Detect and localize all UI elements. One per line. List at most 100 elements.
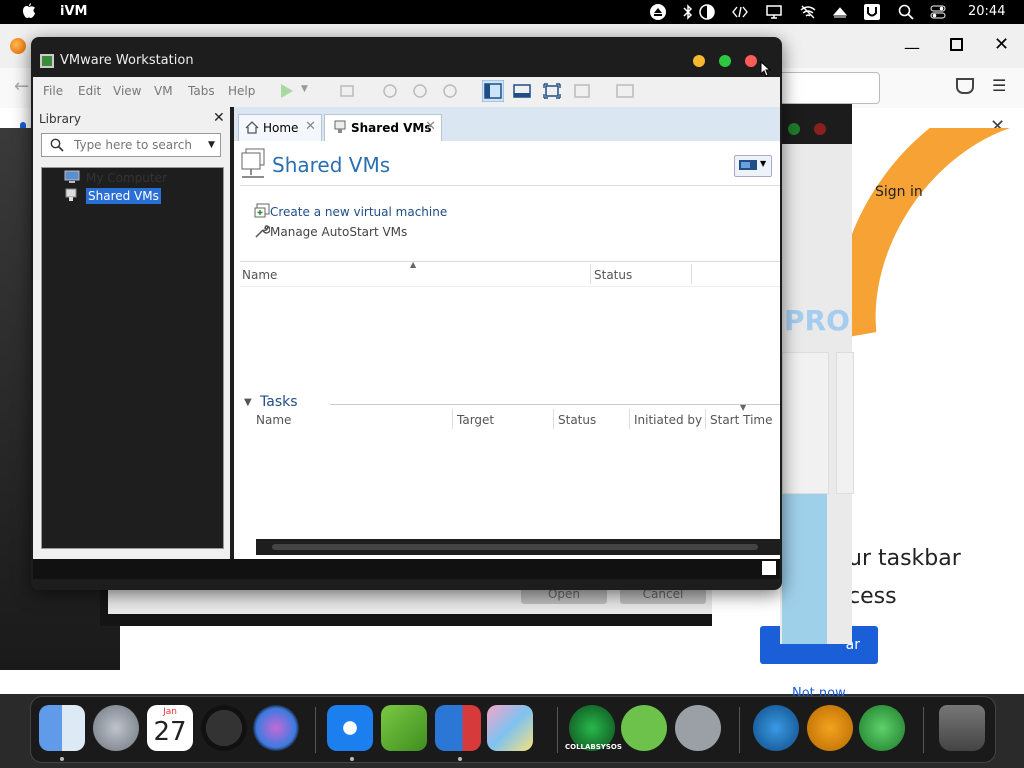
wifi-off-icon[interactable]: [800, 4, 816, 20]
trash-icon[interactable]: [939, 705, 985, 751]
minimize-button[interactable]: [693, 55, 705, 67]
search-icon[interactable]: [898, 4, 914, 20]
teal-panel: [782, 494, 827, 644]
tab-shared-vms-close-icon[interactable]: ✕: [425, 119, 436, 134]
finder-icon[interactable]: [39, 705, 85, 751]
background-window: PRO: [780, 104, 854, 644]
code-icon[interactable]: [732, 4, 748, 20]
play-dropdown-icon[interactable]: ▼: [301, 84, 319, 100]
play-icon[interactable]: [278, 83, 296, 99]
firefox-icon[interactable]: [10, 38, 26, 54]
view-mode-dropdown[interactable]: ▼: [734, 155, 772, 177]
tab-bar: Home ✕ Shared VMs ✕: [234, 107, 780, 141]
close-dot-icon[interactable]: [814, 123, 826, 135]
display-icon[interactable]: [766, 4, 782, 20]
network-people-icon[interactable]: [859, 705, 905, 751]
vmware-app-icon: [40, 54, 54, 68]
dock-separator: [557, 707, 558, 753]
tab-home-close-icon[interactable]: ✕: [305, 119, 316, 134]
url-bar[interactable]: [770, 72, 880, 104]
console-view-icon[interactable]: [616, 83, 634, 99]
active-app-name[interactable]: iVM: [60, 4, 87, 19]
close-button[interactable]: [745, 55, 757, 67]
calendar-month: Jan: [163, 707, 177, 717]
window-titlebar[interactable]: VMware Workstation: [31, 37, 782, 77]
utorrent-icon[interactable]: [381, 705, 427, 751]
bluetooth-icon[interactable]: [680, 4, 696, 20]
system-menubar: iVM 20:44: [0, 0, 1024, 24]
tab-shared-vms[interactable]: Shared VMs ✕: [324, 114, 442, 141]
horizontal-scrollbar[interactable]: [256, 539, 780, 555]
hamburger-menu-icon[interactable]: ☰: [992, 76, 1006, 95]
close-icon[interactable]: ✕: [994, 34, 1009, 55]
snapshot-icon[interactable]: [381, 83, 399, 99]
scrollbar-thumb[interactable]: [272, 544, 758, 550]
thumbnail-bar-icon[interactable]: [513, 83, 531, 99]
maximize-dot-icon[interactable]: [788, 123, 800, 135]
tree-item-shared-vms[interactable]: Shared VMs: [86, 188, 161, 204]
sign-in-link[interactable]: Sign in: [875, 184, 923, 200]
apple-icon[interactable]: [22, 3, 36, 19]
full-screen-icon[interactable]: [543, 83, 561, 99]
pocket-icon[interactable]: [956, 78, 974, 94]
task-col-name[interactable]: Name: [256, 413, 291, 427]
task-col-status[interactable]: Status: [558, 413, 596, 427]
create-vm-link[interactable]: Create a new virtual machine: [270, 205, 447, 219]
calendar-icon[interactable]: Jan 27: [147, 705, 193, 751]
windows-vm-icon[interactable]: [435, 705, 481, 751]
menu-file[interactable]: File: [43, 84, 63, 98]
tab-home-label: Home: [263, 121, 299, 135]
www-globe-icon[interactable]: [753, 705, 799, 751]
tools-icon[interactable]: [675, 705, 721, 751]
manage-autostart-link[interactable]: Manage AutoStart VMs: [270, 225, 407, 239]
minimize-icon[interactable]: —: [904, 38, 920, 57]
menu-view[interactable]: View: [113, 84, 141, 98]
u-icon[interactable]: [864, 4, 880, 20]
revert-snapshot-icon[interactable]: [411, 83, 429, 99]
column-header-status[interactable]: Status: [594, 268, 632, 282]
downloader-icon[interactable]: [807, 705, 853, 751]
clock-app-icon[interactable]: [201, 705, 247, 751]
back-arrow-icon[interactable]: ←: [14, 76, 29, 97]
column-header-name[interactable]: Name: [242, 268, 277, 282]
unity-icon[interactable]: [573, 83, 591, 99]
menu-help[interactable]: Help: [228, 84, 255, 98]
contrast-icon[interactable]: [699, 4, 715, 20]
maximize-button[interactable]: [719, 55, 731, 67]
photos-editor-icon[interactable]: [487, 705, 533, 751]
calendar-day: 27: [153, 717, 187, 747]
restore-icon[interactable]: [950, 38, 963, 51]
library-tree: My Computer Shared VMs: [41, 167, 224, 549]
resize-grip-icon[interactable]: [762, 561, 776, 575]
snapshot-manager-icon[interactable]: [441, 83, 459, 99]
task-col-initiated-by[interactable]: Initiated by: [634, 413, 702, 427]
tree-item-my-computer[interactable]: My Computer: [86, 170, 167, 186]
upload-icon[interactable]: [832, 4, 848, 20]
library-panel: Library ✕ ▼ My Computer Shared VMs: [33, 107, 230, 559]
task-col-start-time[interactable]: Start Time: [710, 413, 773, 427]
clock[interactable]: 20:44: [968, 4, 1005, 19]
dock-separator: [315, 707, 316, 753]
eject-icon[interactable]: [650, 4, 666, 20]
launchpad-icon[interactable]: [93, 705, 139, 751]
promo-heading-line1: ur taskbar: [848, 546, 961, 571]
task-col-target[interactable]: Target: [457, 413, 494, 427]
vm-list-header: Name ▲ Status: [240, 260, 780, 287]
card: [782, 352, 829, 494]
menu-edit[interactable]: Edit: [78, 84, 101, 98]
tab-home[interactable]: Home ✕: [238, 114, 322, 141]
siri-icon[interactable]: [253, 705, 299, 751]
library-close-icon[interactable]: ✕: [213, 110, 225, 126]
collabsysos-icon[interactable]: COLLABSYSOS: [565, 705, 622, 751]
library-search-input[interactable]: [72, 137, 206, 153]
show-library-icon[interactable]: [482, 80, 504, 102]
safari-icon[interactable]: [327, 705, 373, 751]
control-center-icon[interactable]: [930, 4, 946, 20]
menu-vm[interactable]: VM: [154, 84, 173, 98]
send-keys-icon[interactable]: [338, 83, 356, 99]
menu-tabs[interactable]: Tabs: [188, 84, 215, 98]
link-icon[interactable]: [621, 705, 667, 751]
search-dropdown-icon[interactable]: ▼: [208, 140, 215, 150]
shared-vms-large-icon: [241, 148, 265, 178]
collabsysos-label: COLLABSYSOS: [565, 743, 622, 751]
